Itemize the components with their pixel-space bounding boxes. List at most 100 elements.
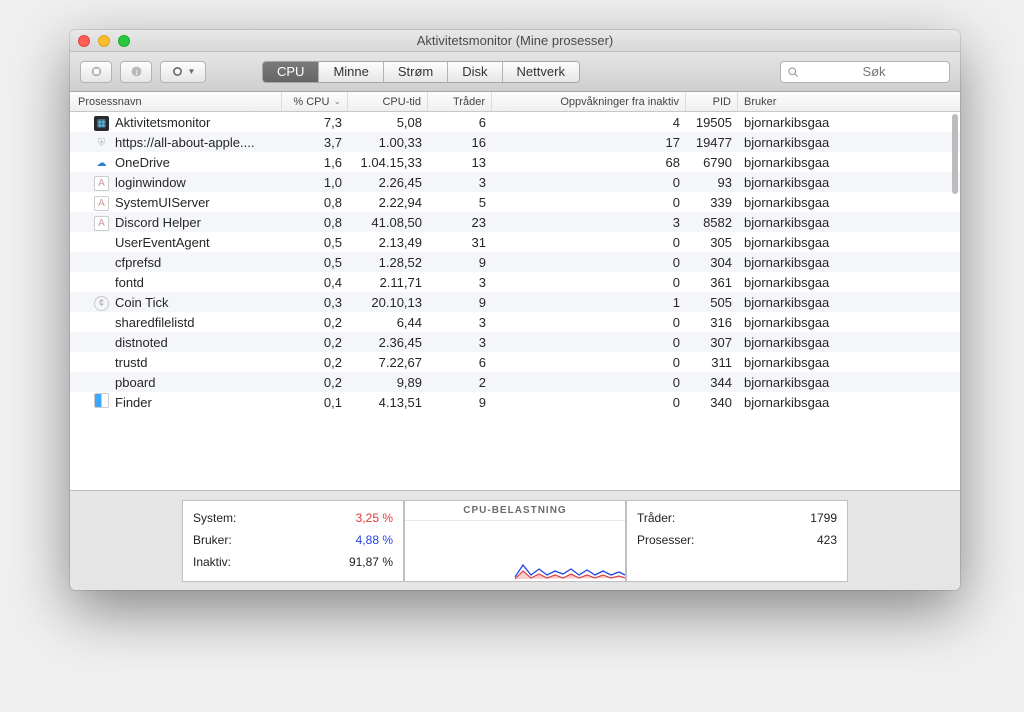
table-row[interactable]: ⛨https://all-about-apple....3,71.00,3316… [70, 132, 960, 152]
cell-pid: 19477 [686, 135, 738, 150]
table-row[interactable]: Aloginwindow1,02.26,453093bjornarkibsgaa [70, 172, 960, 192]
titlebar[interactable]: Aktivitetsmonitor (Mine prosesser) [70, 30, 960, 52]
process-icon: • [94, 234, 109, 251]
table-row[interactable]: •pboard0,29,8920344bjornarkibsgaa [70, 372, 960, 392]
table-row[interactable]: ☁OneDrive1,61.04.15,3313686790bjornarkib… [70, 152, 960, 172]
cpu-graph-icon [405, 541, 625, 581]
process-icon: ¢ [94, 294, 109, 311]
minimize-button[interactable] [98, 35, 110, 47]
cell-time: 2.36,45 [348, 335, 428, 350]
process-name: Discord Helper [115, 215, 201, 230]
options-button[interactable]: ▼ [160, 61, 206, 83]
process-name: fontd [115, 275, 144, 290]
process-name: SystemUIServer [115, 195, 210, 210]
tab-disk[interactable]: Disk [448, 62, 502, 82]
col-header-user[interactable]: Bruker [738, 92, 960, 111]
cell-threads: 9 [428, 295, 492, 310]
cell-user: bjornarkibsgaa [738, 175, 960, 190]
table-row[interactable]: •sharedfilelistd0,26,4430316bjornarkibsg… [70, 312, 960, 332]
cell-pid: 340 [686, 395, 738, 410]
col-header-threads[interactable]: Tråder [428, 92, 492, 111]
process-icon: • [94, 314, 109, 331]
cell-pid: 339 [686, 195, 738, 210]
cell-user: bjornarkibsgaa [738, 135, 960, 150]
cell-threads: 31 [428, 235, 492, 250]
cell-time: 2.26,45 [348, 175, 428, 190]
toolbar: i ▼ CPU Minne Strøm Disk Nettverk [70, 52, 960, 92]
system-label: System: [193, 507, 236, 529]
process-table[interactable]: ▦Aktivitetsmonitor7,35,086419505bjornark… [70, 112, 960, 490]
col-header-cpu[interactable]: % CPU⌄ [282, 92, 348, 111]
totals-box: Tråder:1799 Prosesser:423 [626, 500, 848, 582]
process-name: Coin Tick [115, 295, 168, 310]
close-button[interactable] [78, 35, 90, 47]
cell-wake: 0 [492, 235, 686, 250]
stop-icon [90, 65, 103, 78]
cell-threads: 6 [428, 355, 492, 370]
process-name: https://all-about-apple.... [115, 135, 254, 150]
cell-pid: 8582 [686, 215, 738, 230]
info-button[interactable]: i [120, 61, 152, 83]
threads-label: Tråder: [637, 507, 675, 529]
process-name: cfprefsd [115, 255, 161, 270]
process-name: Finder [115, 395, 152, 410]
cell-time: 20.10,13 [348, 295, 428, 310]
table-row[interactable]: ADiscord Helper0,841.08,502338582bjornar… [70, 212, 960, 232]
tab-cpu[interactable]: CPU [263, 62, 319, 82]
cell-threads: 16 [428, 135, 492, 150]
col-header-time[interactable]: CPU-tid [348, 92, 428, 111]
cell-user: bjornarkibsgaa [738, 395, 960, 410]
table-row[interactable]: Finder0,14.13,5190340bjornarkibsgaa [70, 392, 960, 412]
tab-segmented-control: CPU Minne Strøm Disk Nettverk [262, 61, 580, 83]
cell-time: 2.11,71 [348, 275, 428, 290]
cell-user: bjornarkibsgaa [738, 215, 960, 230]
cell-time: 1.28,52 [348, 255, 428, 270]
zoom-button[interactable] [118, 35, 130, 47]
table-row[interactable]: •cfprefsd0,51.28,5290304bjornarkibsgaa [70, 252, 960, 272]
cell-cpu: 7,3 [282, 115, 348, 130]
search-field[interactable] [780, 61, 950, 83]
cell-threads: 6 [428, 115, 492, 130]
cell-cpu: 0,4 [282, 275, 348, 290]
table-row[interactable]: •UserEventAgent0,52.13,49310305bjornarki… [70, 232, 960, 252]
process-name: OneDrive [115, 155, 170, 170]
activity-monitor-window: Aktivitetsmonitor (Mine prosesser) i ▼ C… [70, 30, 960, 590]
process-icon: • [94, 354, 109, 371]
cell-user: bjornarkibsgaa [738, 235, 960, 250]
col-header-pid[interactable]: PID [686, 92, 738, 111]
table-row[interactable]: •fontd0,42.11,7130361bjornarkibsgaa [70, 272, 960, 292]
cell-wake: 4 [492, 115, 686, 130]
tab-memory[interactable]: Minne [319, 62, 383, 82]
idle-value: 91,87 % [349, 551, 393, 573]
chevron-down-icon: ▼ [188, 67, 196, 76]
cell-time: 9,89 [348, 375, 428, 390]
svg-text:i: i [135, 68, 137, 77]
process-name: Aktivitetsmonitor [115, 115, 210, 130]
col-header-name[interactable]: Prosessnavn [70, 92, 282, 111]
cell-threads: 2 [428, 375, 492, 390]
tab-energy[interactable]: Strøm [384, 62, 448, 82]
col-header-wake[interactable]: Oppvåkninger fra inaktiv [492, 92, 686, 111]
table-row[interactable]: ▦Aktivitetsmonitor7,35,086419505bjornark… [70, 112, 960, 132]
cpu-load-graph [405, 521, 625, 581]
scrollbar-thumb[interactable] [952, 114, 958, 194]
table-row[interactable]: •trustd0,27.22,6760311bjornarkibsgaa [70, 352, 960, 372]
cell-wake: 0 [492, 195, 686, 210]
cell-wake: 0 [492, 315, 686, 330]
gear-icon [171, 65, 184, 78]
search-input[interactable] [805, 64, 943, 79]
cell-time: 1.00,33 [348, 135, 428, 150]
cell-time: 6,44 [348, 315, 428, 330]
cell-pid: 93 [686, 175, 738, 190]
process-icon [94, 393, 109, 411]
tab-network[interactable]: Nettverk [503, 62, 579, 82]
table-row[interactable]: ASystemUIServer0,82.22,9450339bjornarkib… [70, 192, 960, 212]
stop-process-button[interactable] [80, 61, 112, 83]
process-icon: • [94, 274, 109, 291]
cell-threads: 3 [428, 275, 492, 290]
cell-cpu: 3,7 [282, 135, 348, 150]
table-row[interactable]: •distnoted0,22.36,4530307bjornarkibsgaa [70, 332, 960, 352]
cpu-breakdown-box: System:3,25 % Bruker:4,88 % Inaktiv:91,8… [182, 500, 404, 582]
table-row[interactable]: ¢Coin Tick0,320.10,1391505bjornarkibsgaa [70, 292, 960, 312]
process-name: UserEventAgent [115, 235, 210, 250]
